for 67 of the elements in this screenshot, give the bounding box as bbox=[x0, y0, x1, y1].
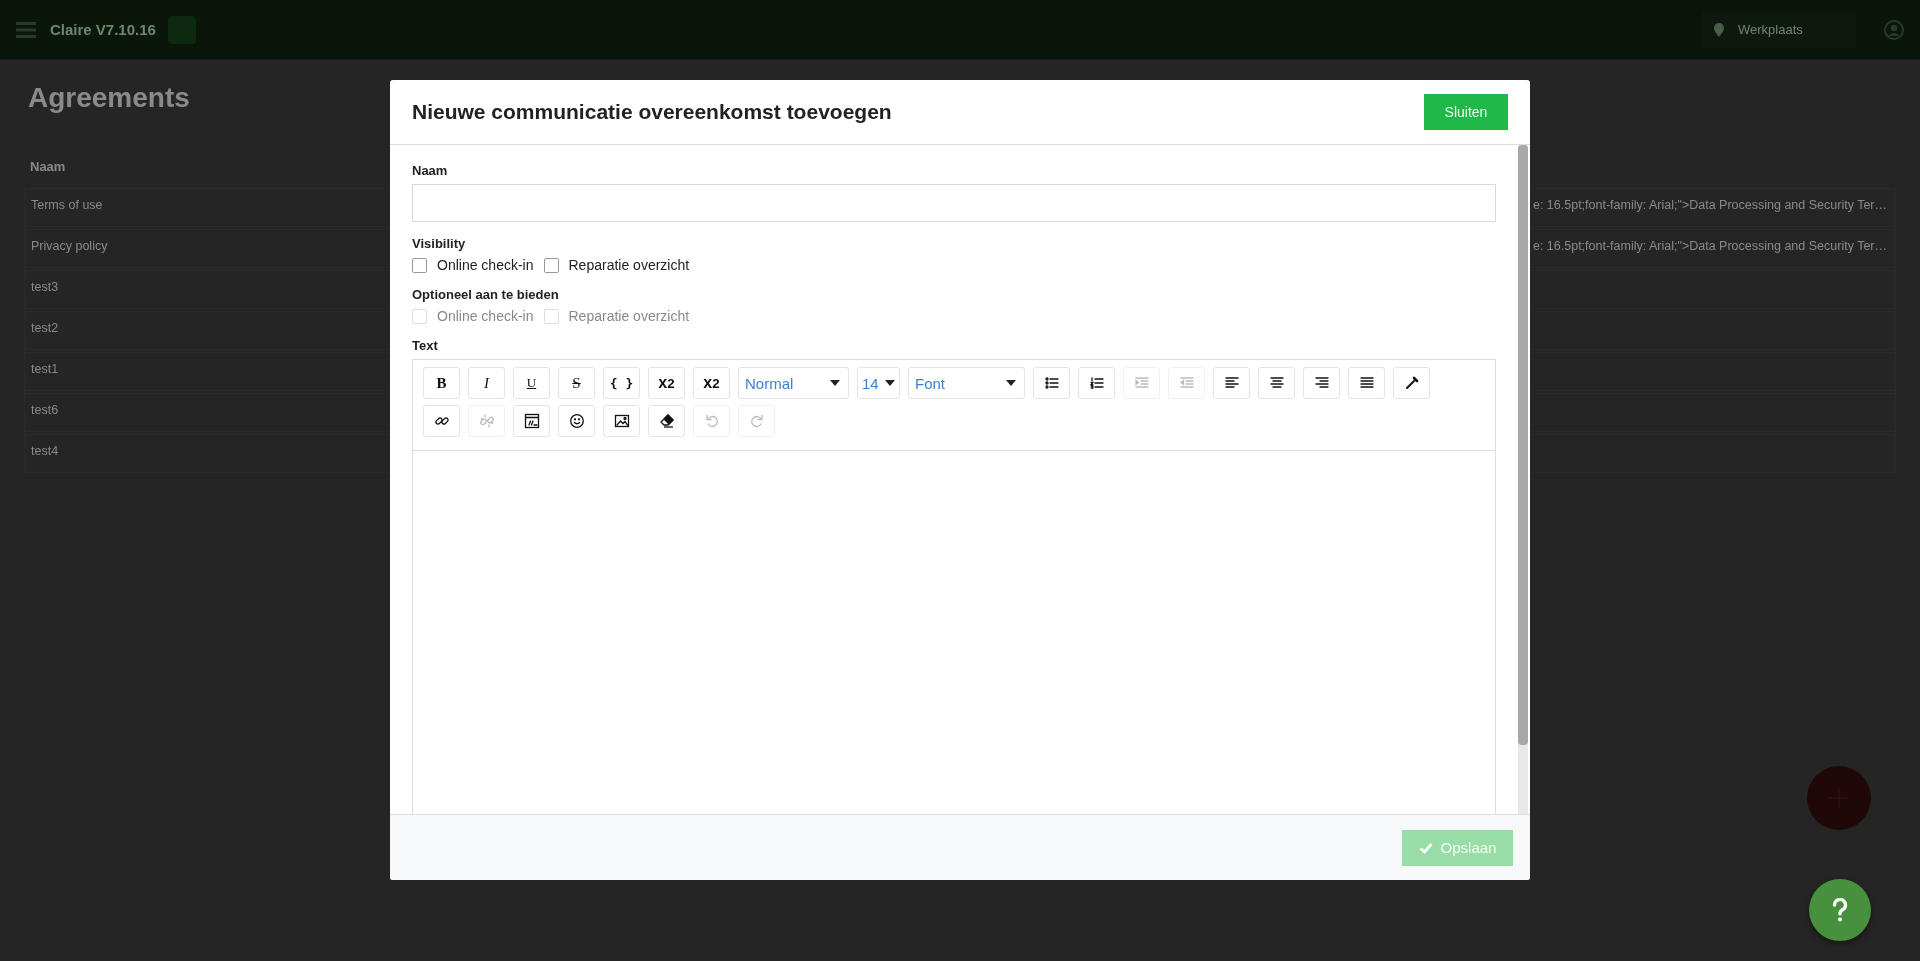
align-left-icon bbox=[1223, 375, 1240, 391]
smiley-button[interactable] bbox=[558, 405, 595, 437]
name-input[interactable] bbox=[412, 184, 1496, 222]
undo-icon bbox=[703, 413, 720, 429]
table-cell: e: 16.5pt;font-family: Arial;">Data Processing and Security Ter… bbox=[1532, 198, 1887, 212]
font-family-select[interactable]: Font bbox=[908, 367, 1025, 399]
align-right-button[interactable] bbox=[1303, 367, 1340, 399]
code-window-icon bbox=[523, 413, 540, 429]
numbered-list-button[interactable] bbox=[1078, 367, 1115, 399]
code-window-button[interactable] bbox=[513, 405, 550, 437]
image-icon bbox=[613, 413, 630, 429]
caret-icon bbox=[885, 380, 895, 386]
group-label: Optioneel aan te bieden bbox=[412, 287, 560, 302]
link-button[interactable] bbox=[423, 405, 460, 437]
numbered-list-icon bbox=[1088, 375, 1105, 391]
checkbox[interactable] bbox=[543, 257, 559, 273]
redo-icon bbox=[748, 413, 765, 429]
bullet-list-button[interactable] bbox=[1033, 367, 1070, 399]
checkbox[interactable] bbox=[412, 257, 427, 273]
table-cell: Terms of use bbox=[31, 198, 103, 212]
table-cell: test1 bbox=[31, 362, 59, 376]
scrollbar[interactable] bbox=[1518, 145, 1528, 814]
pen-button[interactable] bbox=[1393, 367, 1430, 399]
table-cell: test3 bbox=[31, 280, 59, 294]
user-icon[interactable] bbox=[1884, 19, 1904, 40]
table-cell: e: 16.5pt;font-family: Arial;">Data Processing and Security Ter… bbox=[1532, 239, 1887, 253]
italic-button[interactable]: I bbox=[468, 367, 505, 399]
eraser-button[interactable] bbox=[648, 405, 685, 437]
font-size-select[interactable]: 14 bbox=[857, 367, 900, 399]
underline-button[interactable]: U bbox=[513, 367, 550, 399]
pin-icon bbox=[1714, 22, 1724, 37]
eraser-icon bbox=[658, 413, 675, 429]
field-label: Text bbox=[412, 338, 439, 353]
image-button[interactable] bbox=[603, 405, 640, 437]
align-right-icon bbox=[1313, 375, 1330, 391]
checkbox-label[interactable]: Reparatie overzicht bbox=[568, 257, 690, 273]
pen-icon bbox=[1403, 375, 1420, 391]
dialog-title: Nieuwe communicatie overeenkomst toevoegen bbox=[412, 100, 892, 124]
question-mark-icon bbox=[1832, 898, 1848, 922]
checkmark-icon bbox=[1418, 841, 1433, 854]
broken-link-icon bbox=[478, 413, 495, 429]
bullet-list-icon bbox=[1043, 375, 1060, 391]
align-justify-icon bbox=[1358, 375, 1375, 391]
table-cell: test6 bbox=[31, 403, 59, 417]
menu-icon[interactable] bbox=[16, 21, 36, 38]
align-justify-button[interactable] bbox=[1348, 367, 1385, 399]
code-button[interactable]: { } bbox=[603, 367, 640, 399]
strikethrough-button[interactable]: S bbox=[558, 367, 595, 399]
caret-icon bbox=[1006, 380, 1016, 386]
indent-icon bbox=[1133, 375, 1150, 391]
align-center-button[interactable] bbox=[1258, 367, 1295, 399]
smiley-icon bbox=[568, 413, 585, 429]
column-header: Naam bbox=[30, 158, 66, 174]
page-title: Agreements bbox=[28, 82, 190, 115]
bold-button[interactable]: B bbox=[423, 367, 460, 399]
app-title: Claire V7.10.16 bbox=[50, 21, 156, 38]
table-cell: test2 bbox=[31, 321, 59, 335]
outdent-icon bbox=[1178, 375, 1195, 391]
group-label: Visibility bbox=[412, 236, 467, 251]
field-label: Naam bbox=[412, 163, 449, 178]
table-cell: test4 bbox=[31, 444, 59, 458]
table-cell: Privacy policy bbox=[31, 239, 108, 253]
caret-icon bbox=[830, 380, 840, 386]
checkbox-label[interactable]: Online check-in bbox=[437, 257, 534, 273]
align-left-button[interactable] bbox=[1213, 367, 1250, 399]
paragraph-style-select[interactable]: Normal bbox=[738, 367, 849, 399]
align-center-icon bbox=[1268, 375, 1285, 391]
